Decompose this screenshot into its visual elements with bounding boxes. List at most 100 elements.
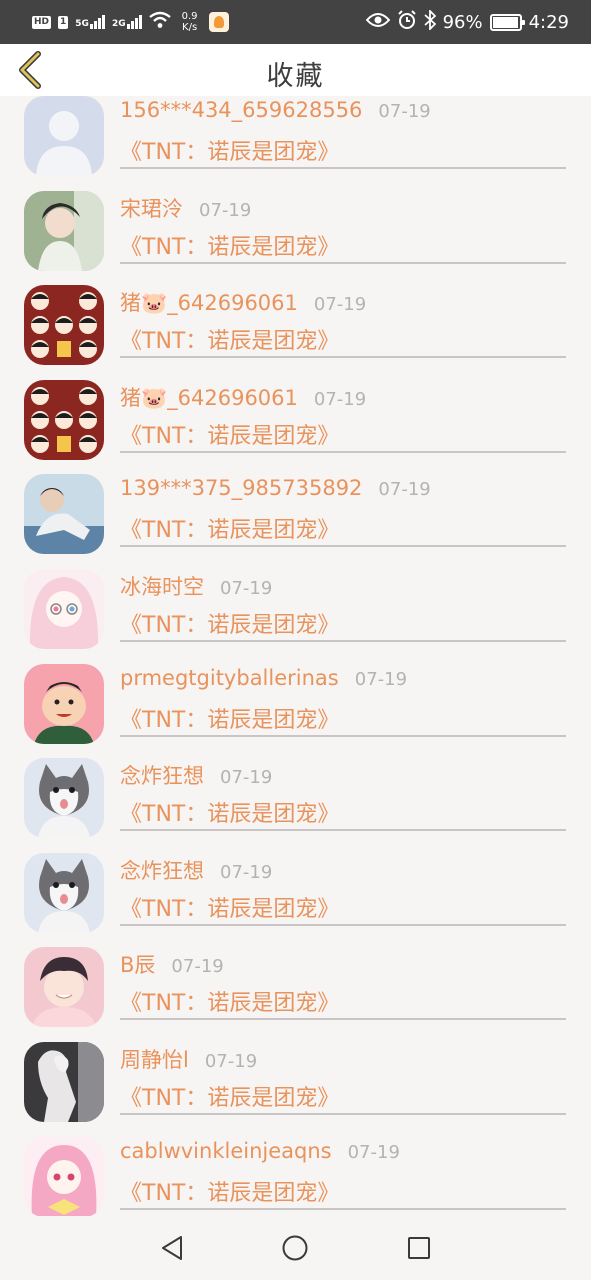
hd-icon: HD [32,15,52,29]
avatar[interactable] [24,663,104,744]
nav-recents-button[interactable] [399,1228,439,1268]
user-name: 156***434_659628556 [120,98,363,122]
title-bar: 收藏 [0,44,591,96]
default-avatar-icon [24,96,104,176]
user-name: prmegtgityballerinas [120,665,339,690]
triangle-back-icon [161,1236,182,1260]
avatar[interactable] [24,379,104,460]
avatar[interactable] [24,96,104,176]
list-item[interactable]: 念炸狂想 07-19 《TNT：诺辰是团宠》 [0,847,591,942]
book-title[interactable]: 《TNT：诺辰是团宠》 [120,229,339,261]
list-item[interactable]: B辰 07-19 《TNT：诺辰是团宠》 [0,941,591,1036]
avatar[interactable] [24,190,104,271]
book-title[interactable]: 《TNT：诺辰是团宠》 [120,1175,339,1207]
list-item[interactable]: 周静怡l 07-19 《TNT：诺辰是团宠》 [0,1036,591,1131]
item-date: 07-19 [313,388,367,410]
system-nav-bar [0,1216,591,1280]
user-name: B辰 [120,953,156,978]
divider [120,356,566,359]
item-date: 07-19 [220,577,273,599]
book-title[interactable]: 《TNT：诺辰是团宠》 [120,702,339,734]
list-item[interactable]: 139***375_985735892 07-19 《TNT：诺辰是团宠》 [0,468,591,563]
list-item[interactable]: 猪🐷_642696061 07-19 《TNT：诺辰是团宠》 [0,374,591,469]
avatar[interactable] [24,285,104,366]
avatar[interactable] [24,1041,104,1122]
list-item[interactable]: 念炸狂想 07-19 《TNT：诺辰是团宠》 [0,752,591,847]
item-date: 07-19 [199,199,252,221]
divider [120,167,566,169]
divider [120,450,566,453]
eye-icon [365,12,390,32]
signal-2g-icon: 2G [112,15,142,29]
favorites-list[interactable]: 156***434_659628556 07-19 《TNT：诺辰是团宠》 宋珺泠… [0,90,591,1216]
page-title: 收藏 [266,60,325,92]
item-date: 07-19 [313,294,367,316]
net-speed: 0.9 K/s [181,11,198,33]
list-item[interactable]: prmegtgityballerinas 07-19 《TNT：诺辰是团宠》 [0,658,591,753]
item-date: 07-19 [171,956,224,978]
wifi-icon [148,11,171,33]
item-date: 07-19 [220,767,273,789]
book-title[interactable]: 《TNT：诺辰是团宠》 [120,796,339,828]
list-item[interactable]: 156***434_659628556 07-19 《TNT：诺辰是团宠》 [0,90,591,185]
book-title[interactable]: 《TNT：诺辰是团宠》 [120,607,339,639]
book-title[interactable]: 《TNT：诺辰是团宠》 [120,418,339,450]
divider [120,923,566,926]
status-bar: HD 1 5G 2G 0.9 K/s 96% 4:29 [0,0,591,44]
list-item[interactable]: cablwvinkleinjeaqns 07-19 《TNT：诺辰是团宠》 [0,1131,591,1216]
avatar[interactable] [24,947,104,1028]
book-title[interactable]: 《TNT：诺辰是团宠》 [120,891,339,923]
signal-5g-icon: 5G [75,15,105,29]
avatar[interactable] [24,852,104,933]
divider [120,261,566,264]
avatar[interactable] [24,1136,104,1216]
list-item[interactable]: 宋珺泠 07-19 《TNT：诺辰是团宠》 [0,185,591,280]
list-item[interactable]: 猪🐷_642696061 07-19 《TNT：诺辰是团宠》 [0,279,591,374]
nav-back-button[interactable] [152,1228,192,1268]
divider [120,1112,566,1115]
book-title[interactable]: 《TNT：诺辰是团宠》 [120,134,339,166]
item-date: 07-19 [378,479,431,501]
divider [120,734,566,737]
divider [120,545,566,548]
nav-home-button[interactable] [275,1228,315,1268]
book-title[interactable]: 《TNT：诺辰是团宠》 [120,985,339,1017]
app-notification-icon [208,12,229,32]
girl-silhouette-icon [24,1041,104,1122]
avatar[interactable] [24,758,104,839]
chevron-left-icon [19,51,41,89]
tnt-stickers-icon [24,379,104,460]
status-right: 96% 4:29 [365,8,569,34]
divider [120,829,566,832]
clock: 4:29 [528,11,569,33]
list-item[interactable]: 冰海时空 07-19 《TNT：诺辰是团宠》 [0,563,591,658]
item-date: 07-19 [347,1141,400,1163]
user-name: 冰海时空 [120,574,204,599]
bluetooth-icon [423,8,436,34]
battery-icon [489,13,525,31]
item-date: 07-19 [354,668,408,690]
avatar[interactable] [24,568,104,649]
anime-girl-pink-icon [24,568,104,649]
circle-home-icon [282,1235,308,1261]
user-name: 139***375_985735892 [120,476,363,501]
anime-boy-icon [24,947,104,1028]
book-title[interactable]: 《TNT：诺辰是团宠》 [120,323,339,355]
boy-photo-icon [24,474,104,555]
status-left: HD 1 5G 2G 0.9 K/s [32,11,229,33]
back-button[interactable] [14,50,50,90]
user-name: 猪🐷_642696061 [120,291,298,316]
divider [120,639,566,642]
user-name: 猪🐷_642696061 [120,385,298,410]
battery-percent: 96% [442,11,483,33]
divider [120,1207,566,1210]
user-name: cablwvinkleinjeaqns [120,1138,332,1163]
user-name: 念炸狂想 [120,764,204,789]
book-title[interactable]: 《TNT：诺辰是团宠》 [120,512,339,544]
cartoon-man-icon [24,663,104,744]
square-recents-icon [408,1237,431,1259]
cat-icon [24,758,104,839]
book-title[interactable]: 《TNT：诺辰是团宠》 [120,1080,339,1112]
avatar[interactable] [24,474,104,555]
cat-icon [24,852,104,933]
